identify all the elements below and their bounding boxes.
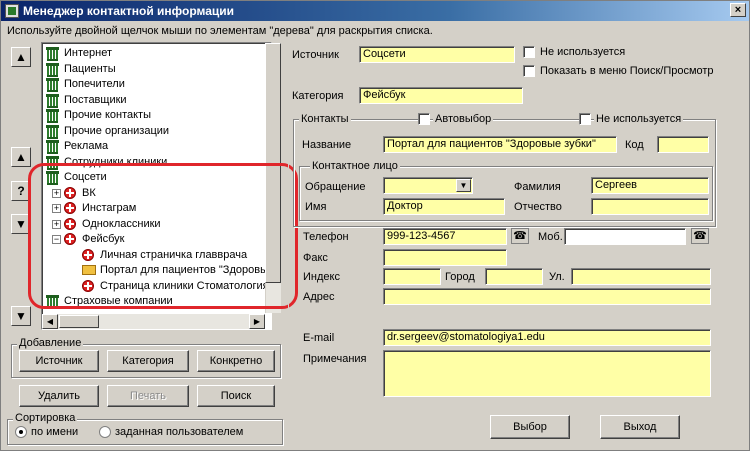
sort-by-user-label: заданная пользователем [115,426,244,438]
mobile-field[interactable] [564,228,686,245]
email-field[interactable]: dr.sergeev@stomatologiya1.edu [383,329,711,346]
sort-group-title: Сортировка [13,412,78,425]
sort-by-user-radio[interactable] [99,426,111,438]
close-button[interactable]: × [730,3,746,17]
email-label: E-mail [303,332,335,344]
bank-icon [46,78,59,92]
name-field[interactable]: Портал для пациентов "Здоровые зубки" [383,136,617,153]
tree-item-label: Поставщики [64,93,127,106]
sort-by-name-radio[interactable] [15,426,27,438]
delete-button[interactable]: Удалить [19,385,99,407]
fax-field[interactable] [383,249,507,266]
exit-button[interactable]: Выход [600,415,680,439]
city-label: Город [445,271,475,283]
contacts-group-title: Контакты [299,113,351,126]
add-group-title: Добавление [17,337,84,350]
firstname-field[interactable]: Доктор [383,198,505,215]
source-field[interactable]: Соцсети [359,46,515,63]
title-bar: Менеджер контактной информации × [1,1,749,21]
autoselect-checkbox[interactable] [418,113,430,125]
bank-icon [46,47,59,61]
tree-item-label: Интернет [64,47,112,59]
tree-hint-text: Используйте двойной щелчок мыши по элеме… [7,25,433,37]
tree-item[interactable]: Попечители [42,76,271,92]
category-label: Категория [292,90,344,102]
bank-icon [46,124,59,139]
tree-item[interactable]: Прочие организации [42,123,271,139]
select-button[interactable]: Выбор [490,415,570,439]
tree-item[interactable]: Поставщики [42,92,271,108]
salutation-label: Обращение [305,181,366,193]
move-bottom-button[interactable]: ▼ [11,306,31,326]
patronymic-field[interactable] [591,198,709,215]
contacts-not-used-checkbox[interactable] [579,113,591,125]
dropdown-arrow-icon[interactable]: ▼ [456,179,471,192]
bank-icon [46,93,59,108]
move-top-button[interactable]: ▲ [11,47,31,67]
contact-manager-window: Менеджер контактной информации × Использ… [0,0,750,451]
scroll-right-arrow-icon[interactable]: ▶ [249,314,265,329]
tree-item[interactable]: Прочие контакты [42,107,271,123]
notes-field[interactable] [383,350,711,397]
street-label: Ул. [549,271,565,283]
print-button[interactable]: Печать [107,385,189,407]
bank-icon [46,109,59,123]
contacts-not-used-label: Не используется [594,112,684,126]
source-label: Источник [292,49,339,61]
fax-label: Факс [303,252,328,264]
show-in-menu-label: Показать в меню Поиск/Просмотр [540,65,714,77]
sort-by-name-label: по имени [31,426,79,438]
mobile-label: Моб. [538,231,563,243]
tree-item-label: Попечители [64,78,125,90]
tree-item[interactable]: Пациенты [42,61,271,77]
tree-item-label: Прочие контакты [64,109,151,121]
firstname-label: Имя [305,201,327,213]
not-used-label: Не используется [540,46,626,58]
tree-item-label: Реклама [64,140,109,152]
zip-label: Индекс [303,271,340,283]
bank-icon [46,140,59,154]
window-title: Менеджер контактной информации [23,4,235,18]
search-button[interactable]: Поиск [197,385,275,407]
surname-label: Фамилия [514,181,561,193]
autoselect-label: Автовыбор [433,112,494,126]
name-label: Название [302,139,352,151]
app-icon [5,4,19,18]
category-field[interactable]: Фейсбук [359,87,523,104]
tree-item[interactable]: Реклама [42,138,271,154]
contact-person-title: Контактное лицо [310,160,400,173]
code-field[interactable] [657,136,709,153]
tree-item-label: Пациенты [64,62,116,75]
street-field[interactable] [571,268,711,285]
add-specific-button[interactable]: Конкретно [197,350,275,372]
phone-label: Телефон [303,231,349,243]
code-label: Код [625,139,644,151]
mobile-phone-icon[interactable]: ☎ [691,228,709,244]
city-field[interactable] [485,268,543,285]
address-label: Адрес [303,291,335,303]
address-field[interactable] [383,288,711,305]
patronymic-label: Отчество [514,201,562,213]
phone-icon[interactable]: ☎ [511,228,529,244]
tree-item-label: Прочие организации [64,124,170,137]
add-category-button[interactable]: Категория [107,350,189,372]
scroll-left-arrow-icon[interactable]: ◀ [42,314,58,329]
tree-item[interactable]: Интернет [42,45,271,61]
notes-label: Примечания [303,353,367,365]
not-used-checkbox[interactable] [523,46,535,58]
zip-field[interactable] [383,268,441,285]
tree-horizontal-scroll-thumb[interactable] [59,315,99,328]
show-in-menu-checkbox[interactable] [523,65,535,77]
surname-field[interactable]: Сергеев [591,177,709,194]
highlight-annotation [28,163,298,309]
bank-icon [46,62,59,77]
phone-field[interactable]: 999-123-4567 [383,228,507,245]
move-up-button[interactable]: ▲ [11,147,31,167]
add-source-button[interactable]: Источник [19,350,99,372]
